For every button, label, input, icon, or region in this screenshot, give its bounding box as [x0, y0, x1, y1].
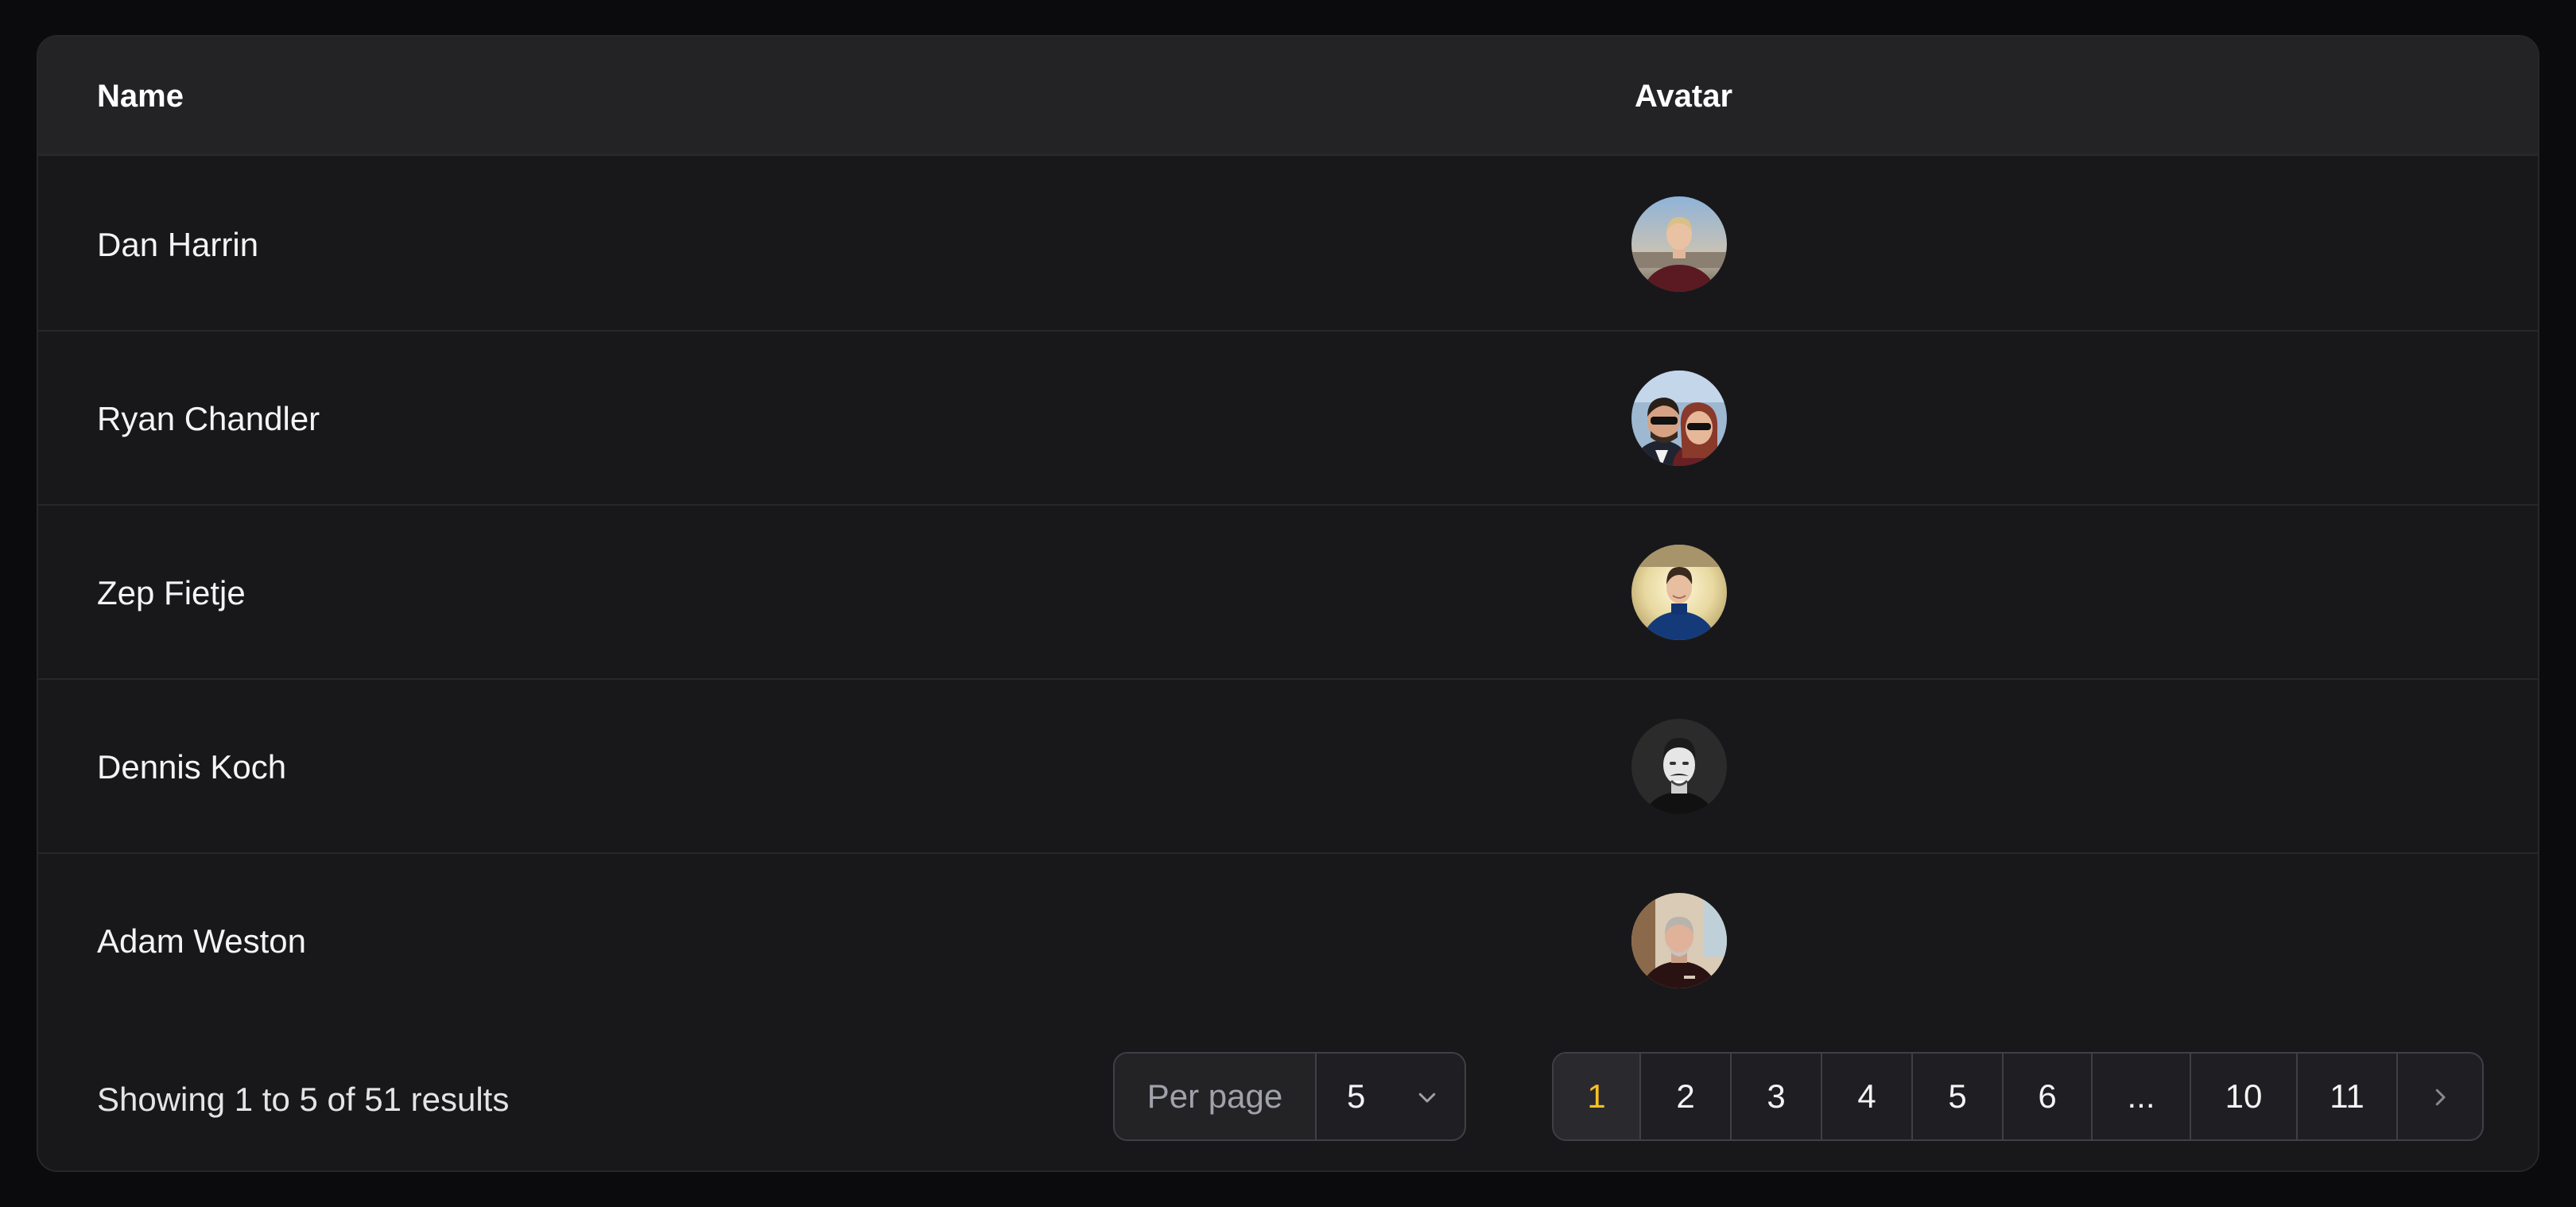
table-header: Name Avatar [38, 37, 2538, 156]
table-row[interactable]: Adam Weston [38, 854, 2538, 1028]
pagination: 1 2 3 4 5 6 ... 10 11 [1552, 1052, 2484, 1141]
table-footer: Showing 1 to 5 of 51 results Per page 5 … [38, 1025, 2538, 1170]
chevron-right-icon [2435, 1089, 2446, 1106]
per-page-select[interactable]: Per page 5 [1113, 1052, 1466, 1141]
column-header-avatar: Avatar [1635, 79, 1733, 114]
column-header-name[interactable]: Name [97, 37, 184, 156]
user-name: Dennis Koch [97, 748, 287, 786]
page-button-10[interactable]: 10 [2191, 1054, 2298, 1139]
page-button-4[interactable]: 4 [1822, 1054, 1913, 1139]
page-button-1[interactable]: 1 [1554, 1054, 1641, 1139]
results-summary: Showing 1 to 5 of 51 results [97, 1081, 510, 1118]
per-page-label: Per page [1115, 1054, 1317, 1139]
user-name: Dan Harrin [97, 226, 259, 263]
page-button-5[interactable]: 5 [1913, 1054, 2004, 1139]
page-ellipsis: ... [2093, 1054, 2191, 1139]
per-page-value: 5 [1347, 1077, 1366, 1115]
user-name: Zep Fietje [97, 574, 246, 611]
table-row[interactable]: Ryan Chandler [38, 332, 2538, 506]
user-name: Adam Weston [97, 922, 307, 960]
users-table-card: Name Avatar Dan Harrin Ryan Chandler Zep… [37, 35, 2539, 1172]
table-row[interactable]: Zep Fietje [38, 506, 2538, 680]
per-page-dropdown[interactable]: 5 [1318, 1054, 1465, 1139]
page-button-6[interactable]: 6 [2004, 1054, 2093, 1139]
page-button-11[interactable]: 11 [2298, 1054, 2398, 1139]
table-row[interactable]: Dennis Koch [38, 680, 2538, 854]
chevron-down-icon [1418, 1093, 1436, 1103]
page-button-3[interactable]: 3 [1732, 1054, 1822, 1139]
user-name: Ryan Chandler [97, 400, 320, 437]
next-page-button[interactable] [2398, 1054, 2482, 1139]
avatar [1631, 893, 1727, 988]
avatar [1631, 196, 1727, 292]
avatar [1631, 371, 1727, 466]
page-button-2[interactable]: 2 [1641, 1054, 1732, 1139]
table-row[interactable]: Dan Harrin [38, 157, 2538, 332]
avatar [1631, 719, 1727, 814]
avatar [1631, 545, 1727, 640]
